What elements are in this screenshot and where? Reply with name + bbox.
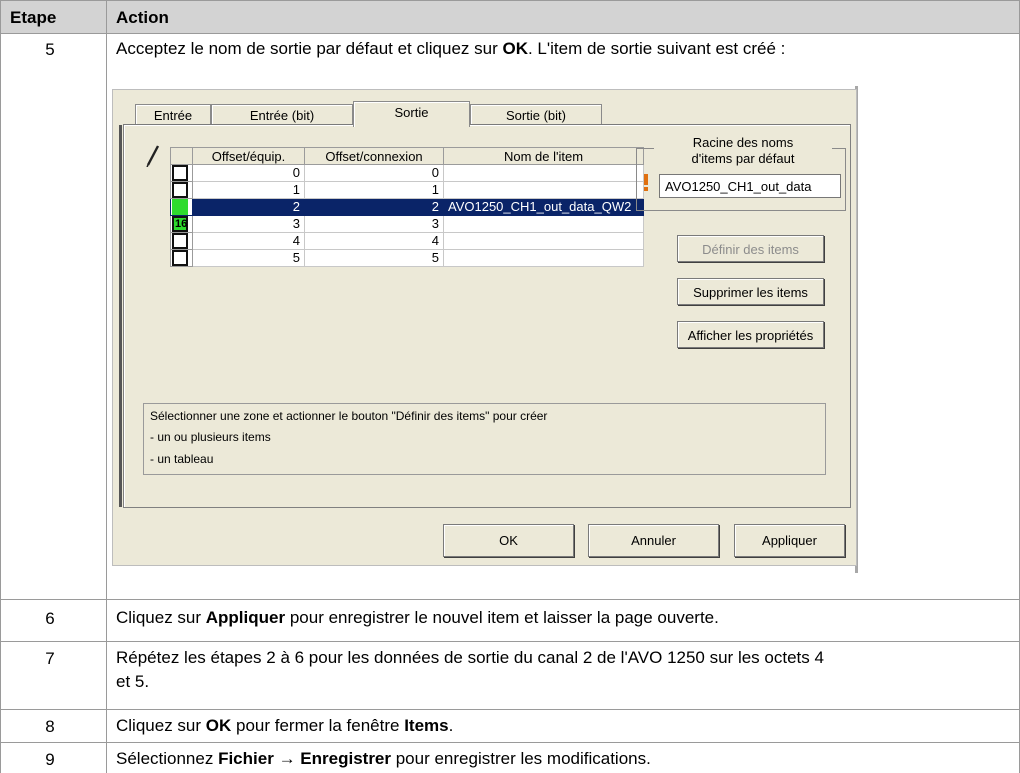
procedure-table: Etape Action 5 Acceptez le nom de sortie… — [0, 0, 1020, 773]
show-properties-button[interactable]: Afficher les propriétés — [677, 321, 824, 348]
tab-sortie[interactable]: Sortie — [353, 101, 470, 127]
step-number: 9 — [45, 750, 55, 769]
row-checkbox[interactable] — [172, 250, 188, 266]
grid-row[interactable]: 1 1 — [170, 181, 644, 199]
pencil-icon — [146, 145, 160, 167]
root-name-input[interactable] — [659, 174, 841, 198]
row-checkbox-filled[interactable] — [172, 199, 188, 215]
row-checkbox[interactable] — [172, 233, 188, 249]
header-action: Action — [116, 8, 169, 27]
step-text: Sélectionnez Fichier → Enregistrer pour … — [116, 749, 651, 768]
step-number: 5 — [45, 40, 55, 59]
root-name-title: Racine des noms d'items par défaut — [654, 135, 832, 167]
grid-row[interactable]: 16 3 3 — [170, 215, 644, 233]
column-header[interactable]: Offset/connexion — [304, 147, 444, 165]
step-text: Répétez les étapes 2 à 6 pour les donnée… — [116, 648, 824, 691]
grid-row-selected[interactable]: 2 2 AVO1250_CH1_out_data_QW2 — [170, 198, 644, 216]
tab-entree-bit[interactable]: Entrée (bit) — [211, 104, 353, 126]
info-box: Sélectionner une zone et actionner le bo… — [143, 403, 826, 475]
header-step: Etape — [10, 8, 57, 27]
apply-button[interactable]: Appliquer — [734, 524, 845, 557]
row-checkbox[interactable] — [172, 165, 188, 181]
step-number: 8 — [45, 717, 55, 736]
cancel-button[interactable]: Annuler — [588, 524, 719, 557]
grid-row[interactable]: 4 4 — [170, 232, 644, 250]
step-text: Acceptez le nom de sortie par défaut et … — [116, 39, 786, 58]
tab-sortie-bit[interactable]: Sortie (bit) — [470, 104, 602, 126]
column-header[interactable]: Nom de l'item — [443, 147, 644, 165]
delete-items-button[interactable]: Supprimer les items — [677, 278, 824, 305]
ok-button[interactable]: OK — [443, 524, 574, 557]
row-checkbox[interactable] — [172, 182, 188, 198]
tab-entree[interactable]: Entrée — [135, 104, 211, 126]
step-text: Cliquez sur OK pour fermer la fenêtre It… — [116, 716, 454, 735]
item-name-cell: AVO1250_CH1_out_data_QW2 — [443, 198, 644, 216]
items-dialog: Entrée Entrée (bit) Sortie Sortie (bit) … — [112, 89, 857, 566]
define-items-button[interactable]: Définir des items — [677, 235, 824, 262]
step-text: Cliquez sur Appliquer pour enregistrer l… — [116, 608, 719, 627]
step-number: 7 — [45, 649, 55, 668]
column-header[interactable]: Offset/équip. — [192, 147, 305, 165]
step-number: 6 — [45, 609, 55, 628]
row-checkbox-16[interactable]: 16 — [172, 216, 188, 232]
warning-icon — [644, 174, 649, 191]
items-grid[interactable]: Offset/équip. Offset/connexion Nom de l'… — [170, 147, 644, 267]
grid-row[interactable]: 5 5 — [170, 249, 644, 267]
grid-row[interactable]: 0 0 — [170, 164, 644, 182]
